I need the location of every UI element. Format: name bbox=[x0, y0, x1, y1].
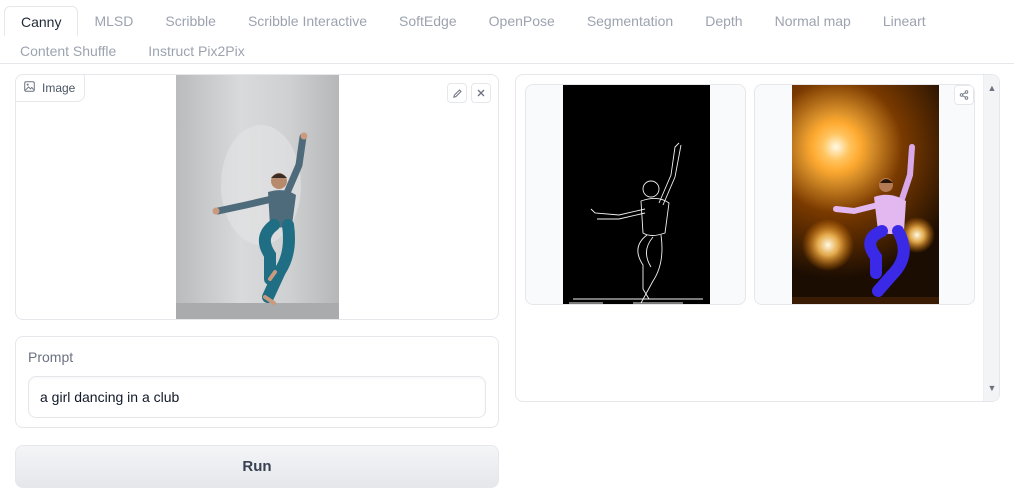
gallery-scrollbar[interactable]: ▲ ▼ bbox=[983, 75, 999, 401]
share-icon[interactable] bbox=[954, 85, 974, 105]
close-icon[interactable] bbox=[471, 83, 491, 103]
tab-row-1: Canny MLSD Scribble Scribble Interactive… bbox=[4, 6, 942, 36]
image-block-label: Image bbox=[16, 75, 86, 102]
image-label-text: Image bbox=[42, 81, 76, 95]
tab-scribble-interactive[interactable]: Scribble Interactive bbox=[232, 6, 383, 36]
run-button[interactable]: Run bbox=[15, 445, 499, 488]
tab-row-2: Content Shuffle Instruct Pix2Pix bbox=[4, 36, 261, 66]
tab-instruct-pix2pix[interactable]: Instruct Pix2Pix bbox=[132, 36, 260, 66]
prompt-input[interactable] bbox=[28, 376, 486, 418]
scroll-down-arrow-icon[interactable]: ▼ bbox=[987, 383, 997, 393]
generated-image bbox=[792, 85, 939, 304]
tab-depth[interactable]: Depth bbox=[689, 6, 758, 36]
uploaded-dancer-photo bbox=[176, 75, 339, 319]
scroll-up-arrow-icon[interactable]: ▲ bbox=[987, 83, 997, 93]
prompt-panel: Prompt bbox=[15, 336, 499, 428]
edit-icon[interactable] bbox=[447, 83, 467, 103]
tab-mlsd[interactable]: MLSD bbox=[78, 6, 149, 36]
tab-canny[interactable]: Canny bbox=[4, 6, 79, 36]
model-tab-bar: Canny MLSD Scribble Scribble Interactive… bbox=[0, 0, 1024, 64]
gallery-item-generated[interactable] bbox=[754, 84, 975, 305]
image-tools bbox=[447, 83, 491, 103]
gallery-item-canny-edges[interactable] bbox=[525, 84, 746, 305]
tab-normal-map[interactable]: Normal map bbox=[759, 6, 867, 36]
tab-content-shuffle[interactable]: Content Shuffle bbox=[4, 36, 132, 66]
tab-divider bbox=[0, 63, 1014, 64]
prompt-label: Prompt bbox=[28, 349, 74, 365]
tab-softedge[interactable]: SoftEdge bbox=[383, 6, 473, 36]
image-icon bbox=[24, 81, 35, 95]
output-gallery: ▲ ▼ bbox=[515, 74, 1000, 402]
tab-segmentation[interactable]: Segmentation bbox=[571, 6, 689, 36]
tab-scribble[interactable]: Scribble bbox=[149, 6, 232, 36]
input-image-panel[interactable]: Image bbox=[15, 74, 499, 320]
tab-openpose[interactable]: OpenPose bbox=[473, 6, 571, 36]
canny-edge-image bbox=[563, 85, 710, 304]
tab-lineart[interactable]: Lineart bbox=[867, 6, 942, 36]
